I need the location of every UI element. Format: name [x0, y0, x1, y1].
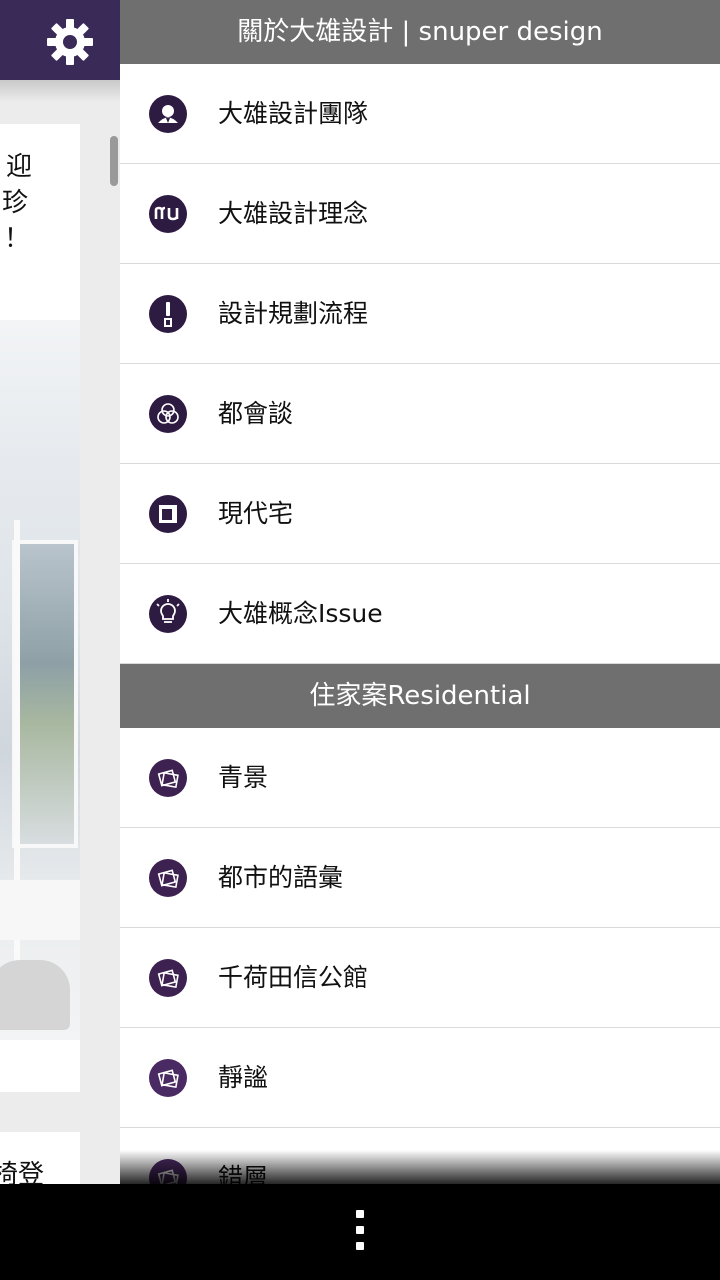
person-icon	[149, 95, 187, 133]
menu-item-urban-talk[interactable]: 都會談	[120, 364, 720, 464]
menu-item-label: 大雄設計團隊	[218, 99, 369, 128]
menu-item-process[interactable]: 設計規劃流程	[120, 264, 720, 364]
nu-logo-icon	[149, 195, 187, 233]
gear-icon[interactable]	[44, 16, 96, 68]
photos-icon	[149, 859, 187, 897]
menu-item-label: 都市的語彙	[218, 863, 344, 892]
menu-item-label: 大雄概念Issue	[218, 599, 383, 628]
toolbar-shadow	[0, 80, 120, 102]
card-text-line: 珍	[2, 188, 29, 218]
background-toolbar	[0, 0, 120, 80]
section-header-residential: 住家案Residential	[120, 664, 720, 728]
card-text-line: ！	[4, 224, 31, 254]
background-interior-photo	[0, 320, 80, 1040]
menu-item-philosophy[interactable]: 大雄設計理念	[120, 164, 720, 264]
background-text-card: 迎 珍 ！	[0, 124, 80, 320]
menu-item-label: 千荷田信公館	[218, 963, 369, 992]
square-icon	[149, 495, 187, 533]
menu-item-project[interactable]: 錯層	[120, 1128, 720, 1184]
menu-item-label: 靜謐	[218, 1063, 269, 1092]
drawer-title: 關於大雄設計 | snuper design	[120, 0, 720, 64]
photo-post	[14, 520, 20, 1020]
menu-item-label: 錯層	[218, 1163, 269, 1184]
photos-icon	[149, 1059, 187, 1097]
photo-pillow	[0, 960, 70, 1030]
menu-item-issue[interactable]: 大雄概念Issue	[120, 564, 720, 664]
menu-item-label: 現代宅	[218, 499, 294, 528]
background-text-card: 椅登	[0, 1132, 80, 1184]
photo-ledge	[0, 880, 80, 940]
menu-item-team[interactable]: 大雄設計團隊	[120, 64, 720, 164]
scrollbar-thumb[interactable]	[110, 136, 118, 186]
navigation-drawer: 關於大雄設計 | snuper design 大雄設計團隊 大雄設計理念 設計規…	[120, 0, 720, 1184]
menu-item-project[interactable]: 靜謐	[120, 1028, 720, 1128]
background-card	[0, 1040, 80, 1092]
menu-item-label: 大雄設計理念	[218, 199, 369, 228]
background-app: 迎 珍 ！ 椅登	[0, 0, 120, 1184]
menu-item-label: 都會談	[218, 399, 294, 428]
photos-icon	[149, 1159, 187, 1184]
menu-item-modern-home[interactable]: 現代宅	[120, 464, 720, 564]
menu-item-project[interactable]: 都市的語彙	[120, 828, 720, 928]
menu-item-label: 青景	[218, 763, 269, 792]
lightbulb-icon	[149, 595, 187, 633]
exclamation-icon	[149, 295, 187, 333]
system-navigation-bar	[0, 1184, 720, 1280]
overflow-menu-icon[interactable]	[352, 1210, 368, 1254]
menu-item-project[interactable]: 千荷田信公館	[120, 928, 720, 1028]
photos-icon	[149, 959, 187, 997]
circles-icon	[149, 395, 187, 433]
photos-icon	[149, 759, 187, 797]
menu-item-project[interactable]: 青景	[120, 728, 720, 828]
photo-window	[12, 540, 78, 848]
card-text-line: 椅登	[0, 1160, 45, 1184]
menu-item-label: 設計規劃流程	[218, 299, 369, 328]
card-text-line: 迎	[6, 152, 33, 182]
